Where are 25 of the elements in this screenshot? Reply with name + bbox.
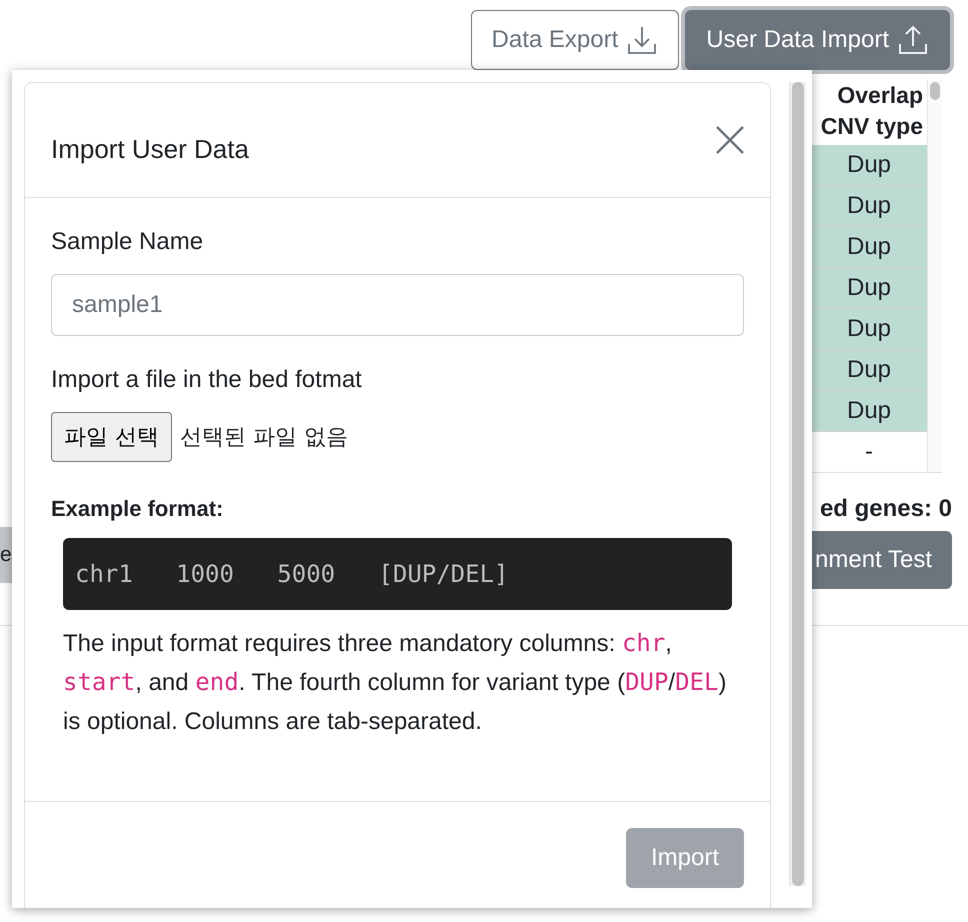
field-label: Import a file in the bed fotmat — [51, 366, 363, 394]
format-description: The input format requires three mandatory columns: chr, start, and end. The fourth column for variant type (DUP/DEL) is optional. Columns are tab-separated. — [63, 628, 728, 737]
sample-name-field[interactable]: sample1 — [51, 274, 744, 336]
table-cell: Dup — [811, 145, 927, 186]
button-fragment[interactable]: e — [0, 527, 12, 583]
table-cell: Dup — [811, 268, 927, 309]
scrollbar-thumb[interactable] — [930, 82, 940, 100]
table-cell: Dup — [811, 186, 927, 227]
table-cell: Dup — [811, 350, 927, 391]
summary-text: ed genes: 0 — [820, 495, 952, 523]
column-header: Overlap CNV type — [820, 81, 924, 141]
file-status: 선택된 파일 없음 — [180, 424, 348, 452]
modal-title: Import User Data — [51, 132, 249, 164]
upload-icon — [897, 24, 929, 56]
choose-file-button[interactable]: 파일 선택 — [51, 412, 172, 462]
table-cell: Dup — [811, 309, 927, 350]
export-button[interactable]: Data Export — [470, 10, 680, 70]
table-cell: Dup — [811, 391, 927, 432]
table-cell: Dup — [811, 227, 927, 268]
download-icon — [626, 24, 658, 56]
scrollbar-thumb[interactable] — [792, 82, 804, 886]
field-label: Sample Name — [51, 228, 204, 256]
code-block: chr1 1000 5000 [DUP/DEL] — [63, 538, 732, 610]
example-heading: Example format: — [51, 496, 224, 522]
close-button[interactable] — [714, 124, 746, 156]
